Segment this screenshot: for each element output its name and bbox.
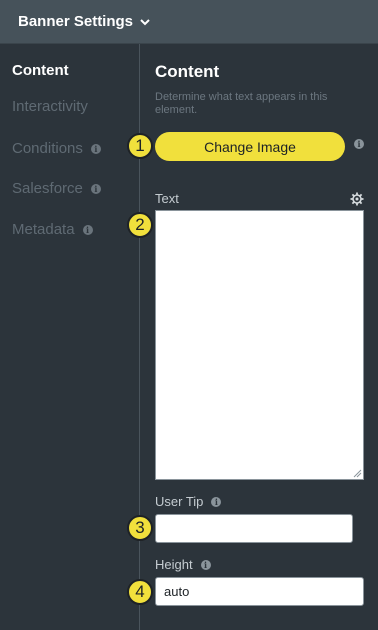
sidebar-item-label: Salesforce bbox=[12, 180, 83, 197]
sidebar-item-label: Content bbox=[12, 62, 69, 79]
sidebar-item-metadata[interactable]: Metadata i bbox=[12, 221, 93, 238]
callout-badge-3: 3 bbox=[127, 515, 153, 541]
sidebar-item-conditions[interactable]: Conditions i bbox=[12, 140, 101, 157]
gear-icon[interactable] bbox=[350, 192, 364, 206]
user-tip-input[interactable] bbox=[155, 514, 353, 543]
change-image-button[interactable]: Change Image bbox=[155, 132, 345, 161]
sidebar-item-salesforce[interactable]: Salesforce i bbox=[12, 180, 101, 197]
user-tip-label-text: User Tip bbox=[155, 494, 204, 509]
resize-handle-icon[interactable] bbox=[352, 468, 362, 478]
info-icon[interactable]: i bbox=[211, 496, 222, 507]
info-icon[interactable]: i bbox=[82, 224, 93, 235]
user-tip-label: User Tip i bbox=[155, 494, 222, 509]
content-panel: Content Determine what text appears in t… bbox=[141, 44, 378, 630]
info-icon[interactable]: i bbox=[90, 143, 101, 154]
sidebar-item-label: Conditions bbox=[12, 140, 83, 157]
header-title: Banner Settings bbox=[18, 13, 134, 30]
text-label: Text bbox=[155, 191, 179, 206]
height-label-text: Height bbox=[155, 557, 193, 572]
sidebar-nav: Content Interactivity Conditions i Sales… bbox=[0, 44, 140, 630]
info-icon[interactable]: i bbox=[90, 183, 101, 194]
text-field[interactable] bbox=[155, 210, 364, 480]
sidebar-item-interactivity[interactable]: Interactivity bbox=[12, 98, 88, 115]
section-description: Determine what text appears in this elem… bbox=[155, 91, 328, 116]
section-title: Content bbox=[155, 62, 220, 81]
callout-badge-4: 4 bbox=[127, 579, 153, 605]
chevron-down-icon bbox=[140, 18, 150, 25]
height-label: Height i bbox=[155, 557, 211, 572]
info-icon[interactable]: i bbox=[200, 559, 211, 570]
info-icon[interactable]: i bbox=[354, 139, 364, 149]
header-bar: Banner Settings bbox=[0, 0, 378, 44]
sidebar-item-label: Interactivity bbox=[12, 98, 88, 115]
height-input[interactable] bbox=[155, 577, 364, 606]
callout-badge-1: 1 bbox=[127, 133, 153, 159]
settings-title-dropdown[interactable]: Banner Settings bbox=[18, 13, 151, 30]
sidebar-item-content[interactable]: Content bbox=[12, 62, 69, 79]
callout-badge-2: 2 bbox=[127, 212, 153, 238]
text-label-text: Text bbox=[155, 191, 179, 206]
sidebar-item-label: Metadata bbox=[12, 221, 75, 238]
